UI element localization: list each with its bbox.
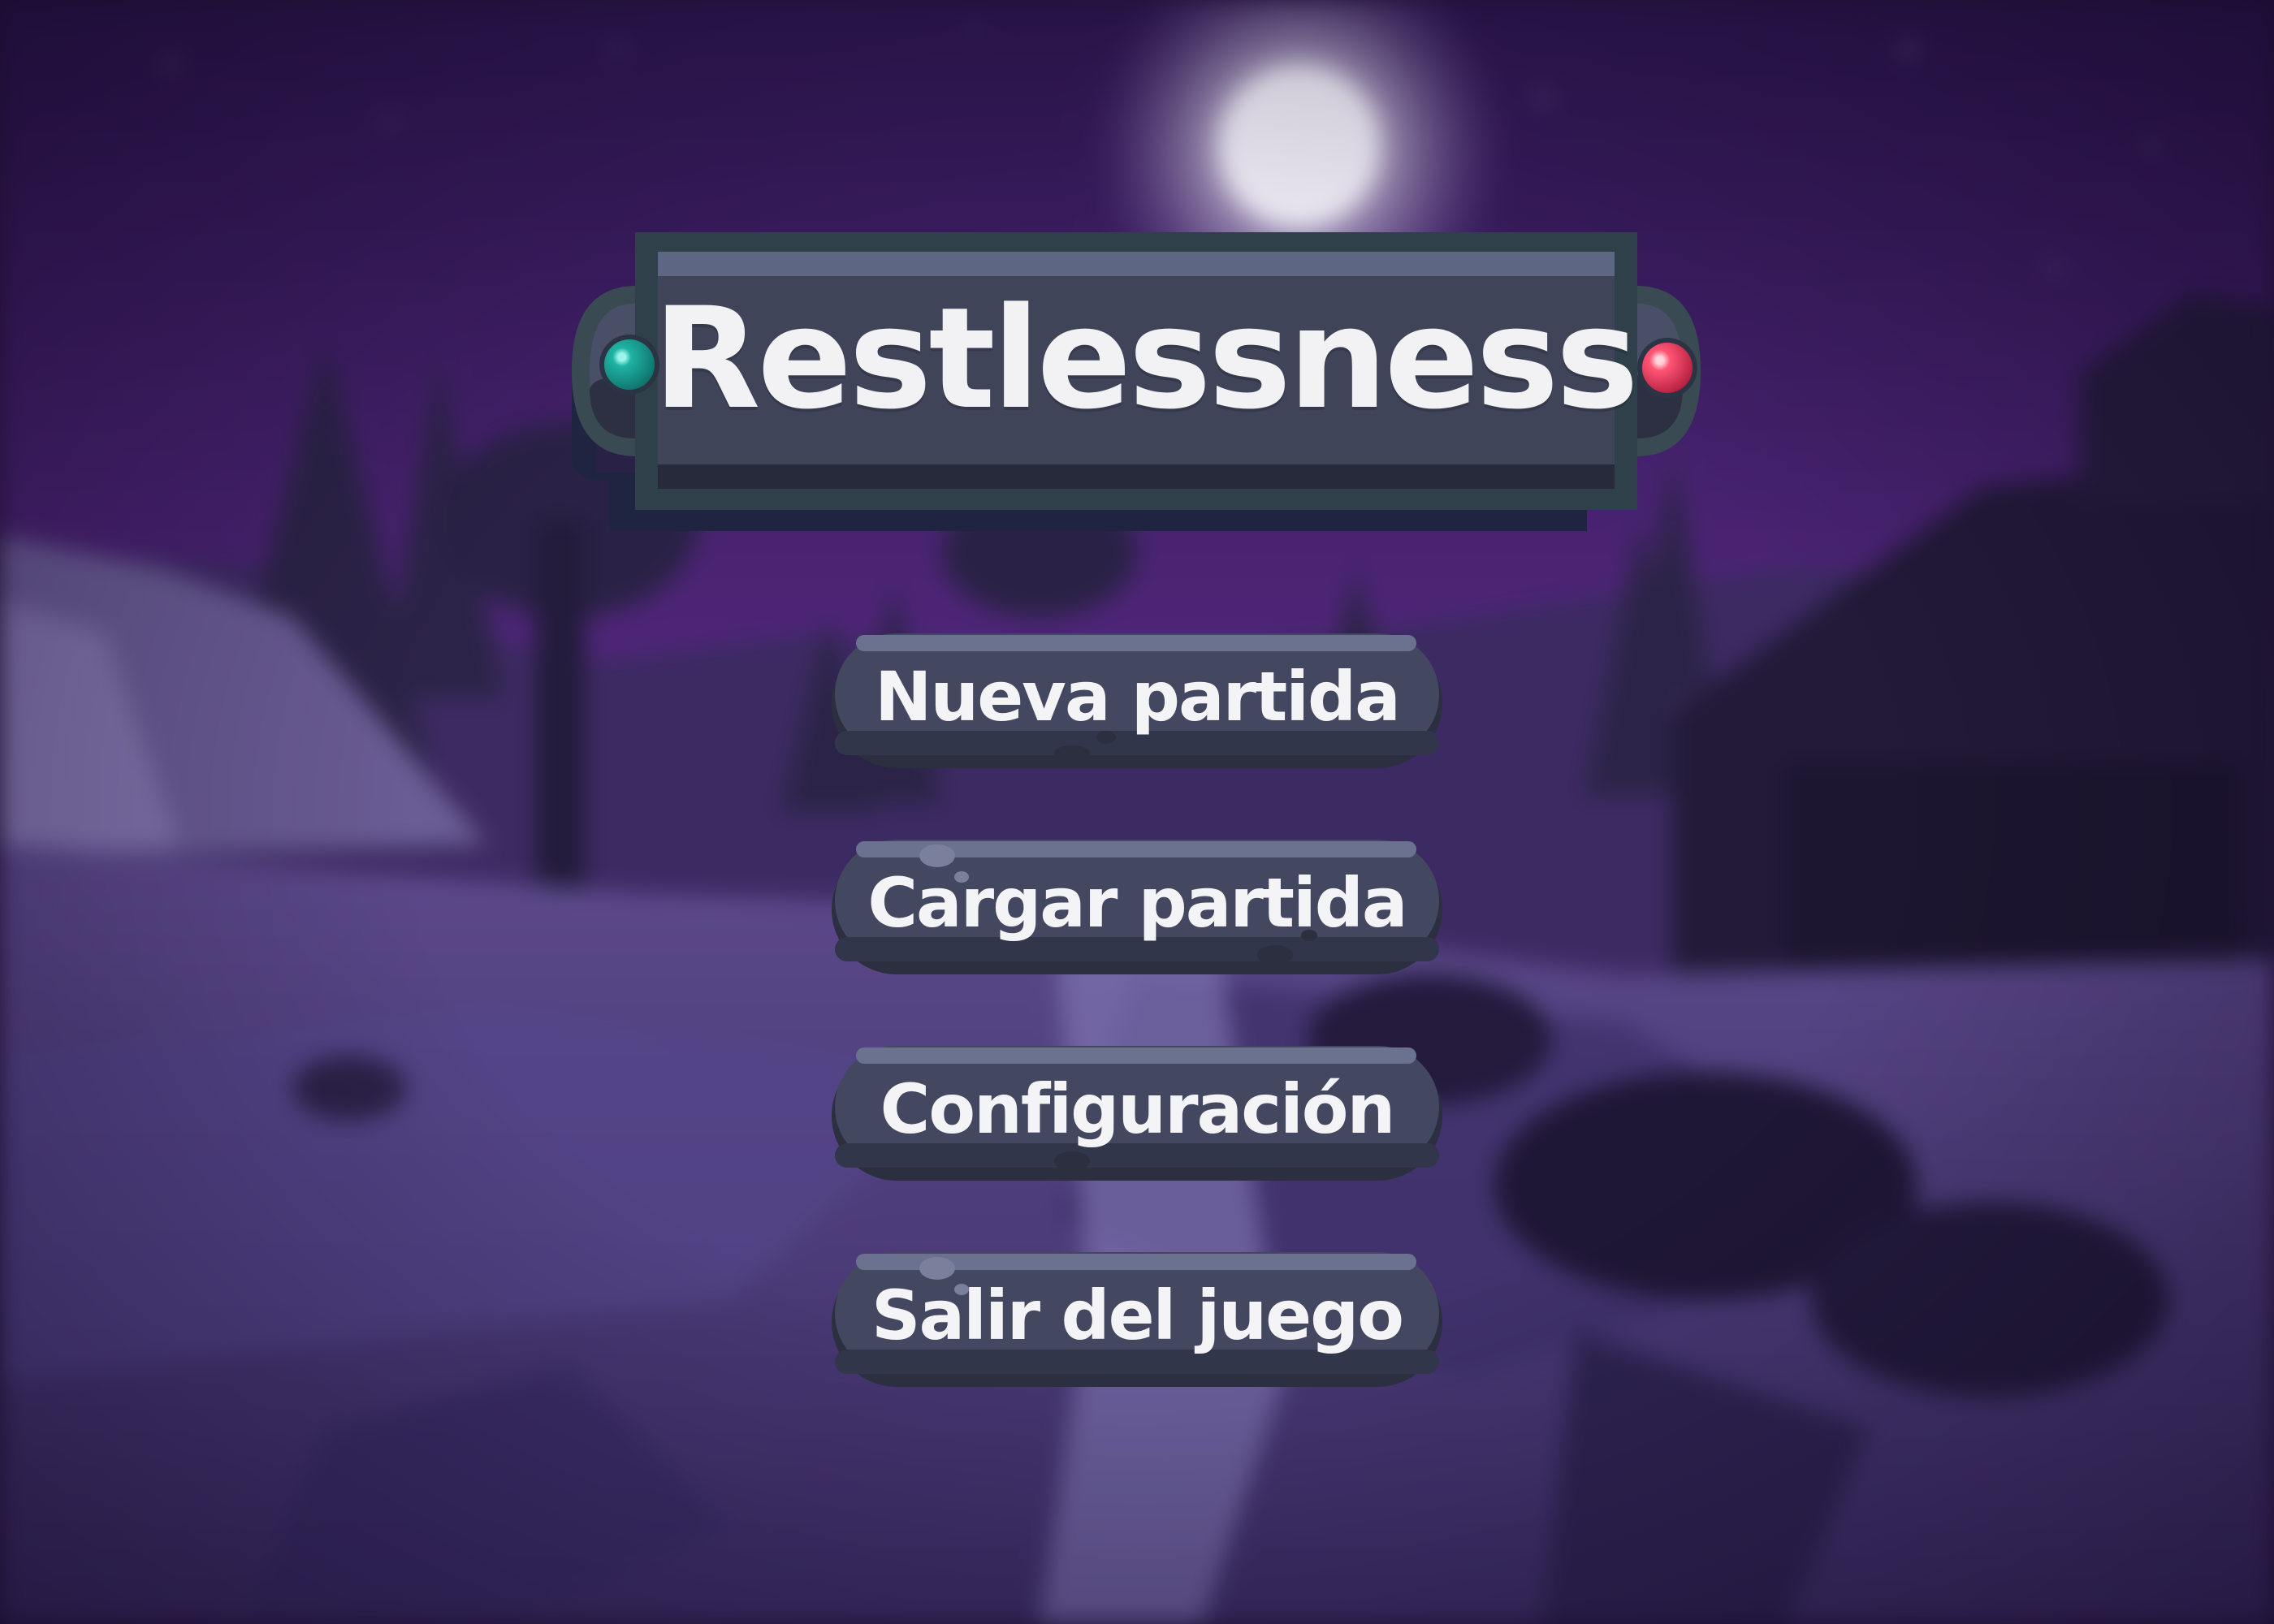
main-menu-screen: Restlessness Nueva partida Cargar partid… — [0, 0, 2274, 1624]
quit-label: Salir del juego — [871, 1276, 1404, 1355]
load-game-label: Cargar partida — [867, 863, 1407, 943]
new-game-label: Nueva partida — [875, 657, 1401, 736]
quit-button[interactable]: Salir del juego — [832, 1252, 1442, 1389]
new-game-button[interactable]: Nueva partida — [832, 633, 1442, 770]
load-game-button[interactable]: Cargar partida — [832, 840, 1442, 976]
red-gem-icon — [1642, 343, 1693, 393]
settings-button[interactable]: Configuración — [832, 1046, 1442, 1182]
settings-label: Configuración — [880, 1069, 1396, 1149]
teal-gem-icon — [604, 339, 655, 390]
title-plaque: Restlessness — [539, 229, 1733, 538]
game-title: Restlessness — [653, 277, 1639, 440]
